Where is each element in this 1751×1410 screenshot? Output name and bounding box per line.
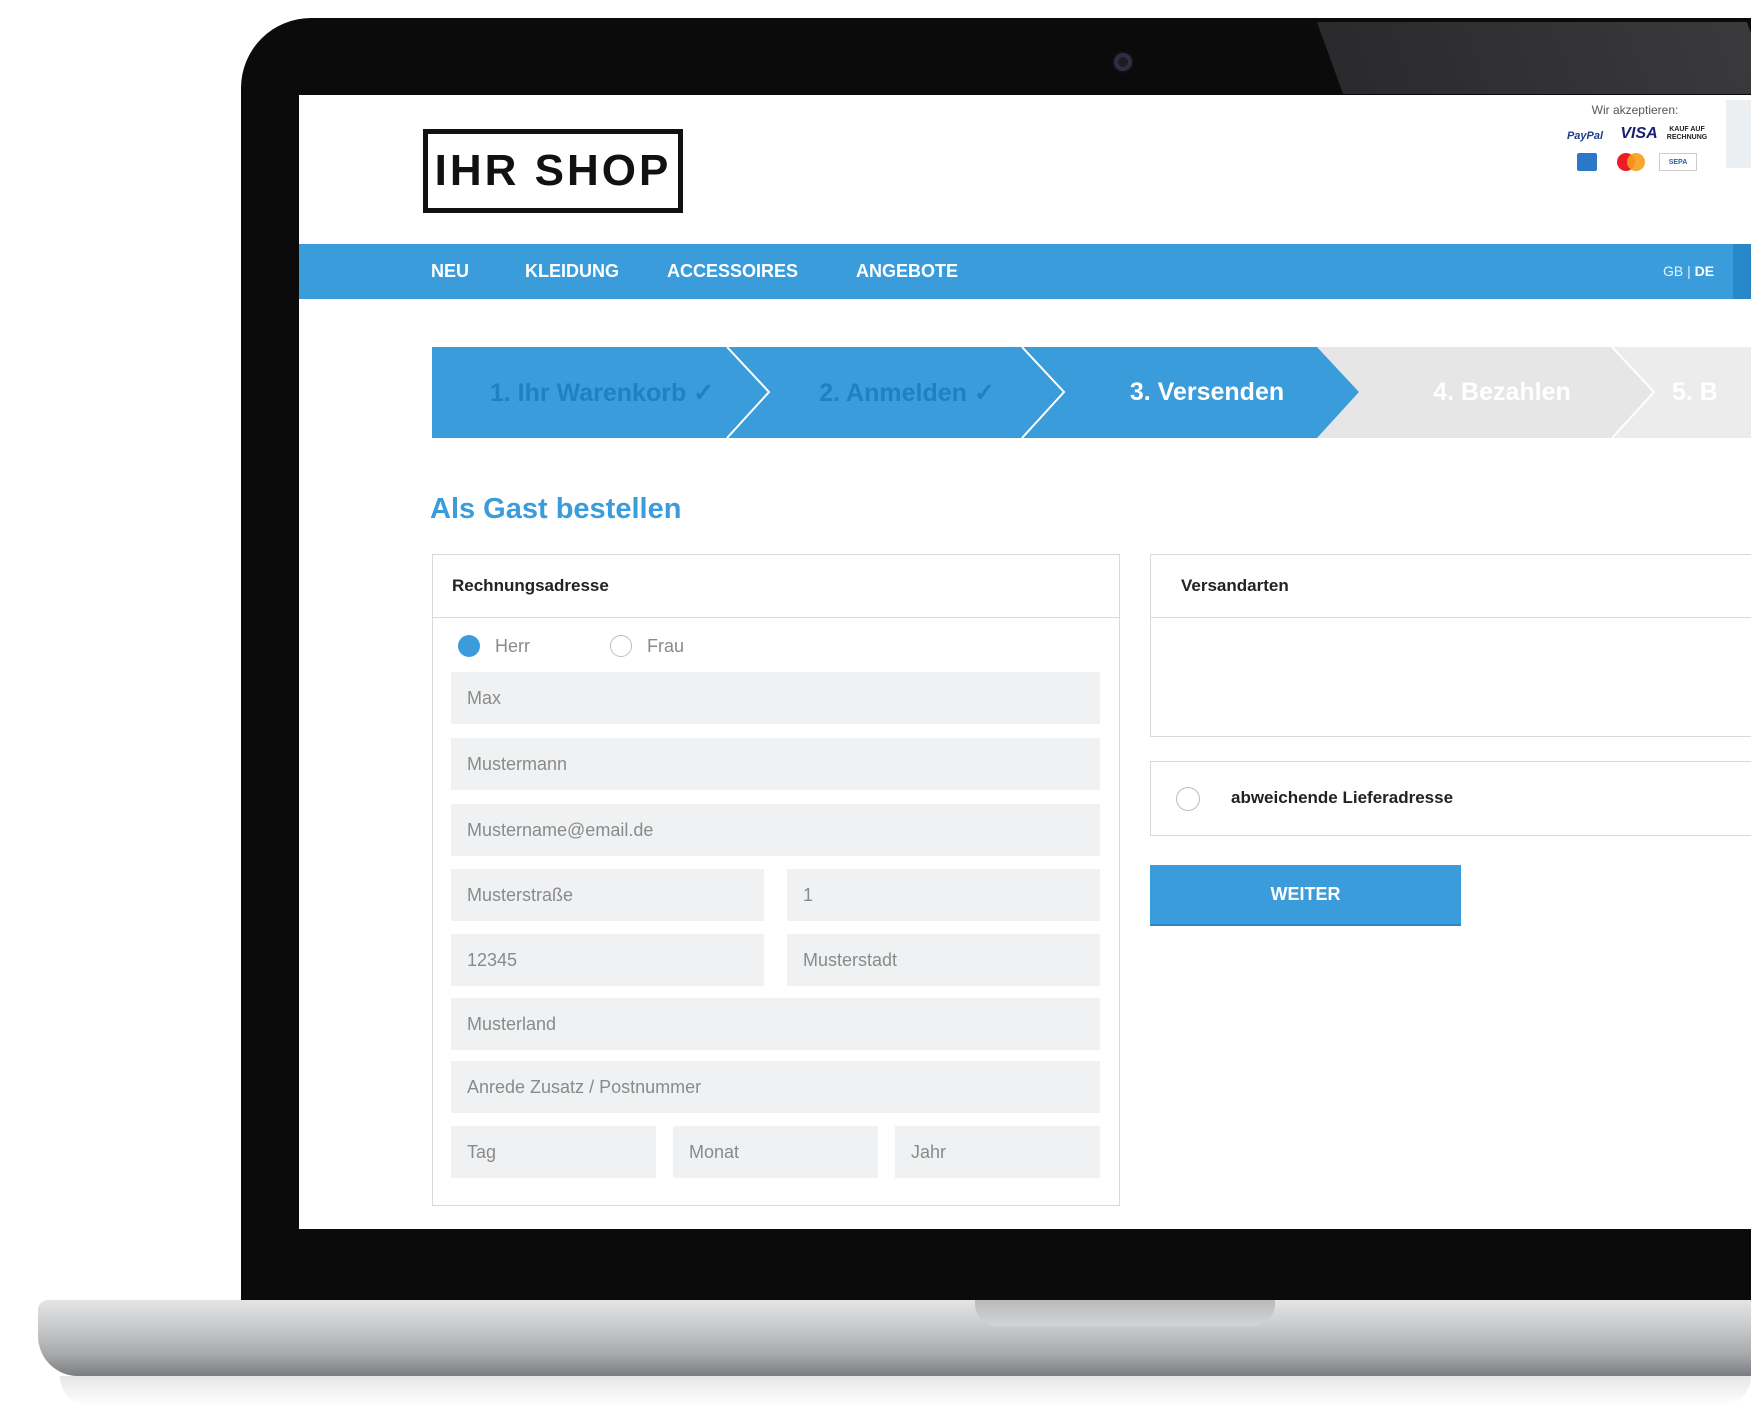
- street-field[interactable]: Musterstraße: [451, 869, 764, 921]
- email-field[interactable]: Mustername@email.de: [451, 804, 1100, 856]
- zip-field[interactable]: 12345: [451, 934, 764, 986]
- checkout-steps: 1. Ihr Warenkorb ✓ 2. Anmelden ✓ 3. Vers…: [432, 347, 1751, 438]
- alt-address-label: abweichende Lieferadresse: [1231, 788, 1454, 807]
- lang-separator: |: [1683, 263, 1695, 279]
- birth-day-field[interactable]: Tag: [451, 1126, 656, 1178]
- lang-de[interactable]: DE: [1695, 263, 1714, 279]
- birth-year-field[interactable]: Jahr: [895, 1126, 1100, 1178]
- alt-address-radio[interactable]: [1176, 787, 1200, 811]
- first-name-field[interactable]: Max: [451, 672, 1100, 724]
- main-nav: NEU KLEIDUNG ACCESSOIRES ANGEBOTE GB | D…: [299, 244, 1751, 299]
- label-herr: Herr: [495, 636, 530, 656]
- birth-month-field[interactable]: Monat: [673, 1126, 878, 1178]
- nav-item-neu[interactable]: NEU: [431, 244, 469, 299]
- shipping-title: Versandarten: [1181, 576, 1289, 595]
- step-anmelden[interactable]: 2. Anmelden ✓: [762, 347, 1052, 438]
- country-field[interactable]: Musterland: [451, 998, 1100, 1050]
- shipping-methods-panel: Versandarten: [1150, 554, 1751, 737]
- laptop-base: [38, 1300, 1751, 1376]
- visa-icon: VISA: [1620, 125, 1658, 142]
- camera-icon: [1114, 53, 1132, 71]
- sepa-icon: SEPA: [1659, 153, 1697, 171]
- laptop-notch: [975, 1300, 1275, 1326]
- panel-divider: [1151, 617, 1751, 618]
- billing-address-panel: Rechnungsadresse Herr Frau Max Musterman…: [432, 554, 1120, 1206]
- nav-item-angebote[interactable]: ANGEBOTE: [856, 244, 958, 299]
- header-cart-box[interactable]: [1726, 100, 1751, 168]
- payment-label: Wir akzeptieren:: [1591, 103, 1679, 117]
- last-name-field[interactable]: Mustermann: [451, 738, 1100, 790]
- bezel-reflection: [1316, 22, 1751, 94]
- radio-frau[interactable]: [610, 635, 632, 657]
- step-warenkorb[interactable]: 1. Ihr Warenkorb ✓: [452, 347, 752, 438]
- city-field[interactable]: Musterstadt: [787, 934, 1100, 986]
- nav-item-accessoires[interactable]: ACCESSOIRES: [667, 244, 798, 299]
- radio-herr[interactable]: [458, 635, 480, 657]
- paypal-icon: PayPal: [1566, 130, 1604, 142]
- step-5: 5. B: [1672, 378, 1718, 406]
- nav-edge: [1733, 244, 1751, 299]
- house-number-field[interactable]: 1: [787, 869, 1100, 921]
- page-title: Als Gast bestellen: [430, 493, 682, 525]
- browser-screen: IHR SHOP Wir akzeptieren: PayPal VISA KA…: [299, 95, 1751, 1229]
- alt-address-panel: abweichende Lieferadresse: [1150, 761, 1751, 836]
- shop-logo[interactable]: IHR SHOP: [423, 129, 683, 213]
- lang-gb[interactable]: GB: [1663, 263, 1683, 279]
- invoice-icon: KAUF AUF RECHNUNG: [1666, 126, 1708, 141]
- label-frau: Frau: [647, 636, 685, 656]
- billing-title: Rechnungsadresse: [452, 576, 609, 595]
- step-versenden: 3. Versenden: [1129, 378, 1285, 406]
- laptop-shadow: [60, 1376, 1751, 1406]
- mastercard-icon: [1615, 151, 1647, 173]
- address-extra-field[interactable]: Anrede Zusatz / Postnummer: [451, 1061, 1100, 1113]
- panel-divider: [433, 617, 1119, 618]
- step-bezahlen: 4. Bezahlen: [1433, 378, 1571, 406]
- weiter-button[interactable]: WEITER: [1150, 865, 1461, 924]
- amex-icon: [1577, 153, 1597, 171]
- nav-item-kleidung[interactable]: KLEIDUNG: [525, 244, 619, 299]
- logo-text: IHR SHOP: [434, 146, 672, 195]
- language-switch: GB | DE: [1663, 244, 1714, 299]
